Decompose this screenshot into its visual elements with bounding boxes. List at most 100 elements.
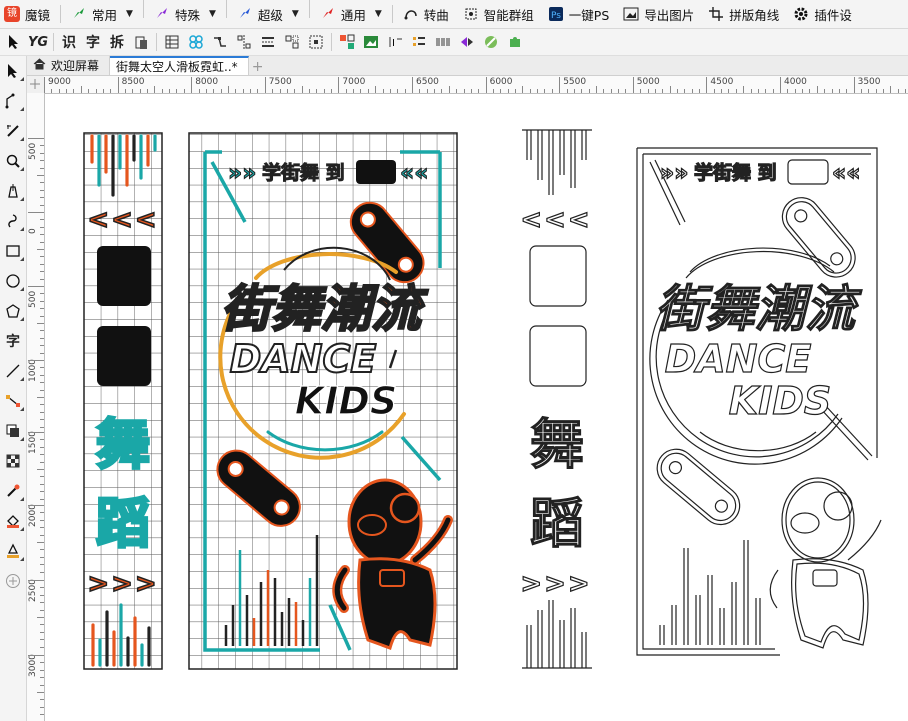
ruler-tick <box>40 300 44 302</box>
connector-tool-icon[interactable] <box>0 386 26 416</box>
text-tool-icon[interactable]: 字 <box>0 326 26 356</box>
ruler-tick <box>632 77 634 93</box>
menu-separator <box>308 0 310 18</box>
banner-quotes-right: «« <box>400 161 428 186</box>
pick-tool-icon[interactable] <box>2 31 26 53</box>
colored-side-strip[interactable]: <<< 舞 蹈 >>> <box>83 132 163 670</box>
action-2[interactable]: Ps 一键PS <box>544 0 613 28</box>
align-lines-icon[interactable] <box>256 31 280 53</box>
menu-2[interactable]: 超级 ▼ <box>233 0 303 28</box>
clipboard-icon[interactable] <box>129 31 153 53</box>
image-frame-icon[interactable] <box>359 31 383 53</box>
pattern-icon[interactable] <box>184 31 208 53</box>
yg-plugin-icon[interactable]: YG <box>26 31 50 53</box>
ruler-tick <box>485 77 487 93</box>
ruler-tick <box>765 89 767 93</box>
outline-side-strip[interactable]: <<< 舞 蹈 >>> <box>520 129 592 669</box>
ruler-origin[interactable] <box>27 76 45 94</box>
arrows-icon[interactable] <box>455 31 479 53</box>
menu-1[interactable]: 特殊 ▼ <box>150 0 220 28</box>
ruler-tick <box>838 89 840 93</box>
puzzle-icon[interactable] <box>503 31 527 53</box>
crop-tool-icon[interactable] <box>0 116 26 146</box>
freehand-tool-icon[interactable] <box>0 176 26 206</box>
ruler-tick <box>367 89 369 93</box>
ruler-tick <box>323 89 325 93</box>
list-icon[interactable] <box>407 31 431 53</box>
ruler-tick <box>860 89 862 93</box>
eyedropper-icon[interactable] <box>0 476 26 506</box>
node-tool-icon[interactable] <box>208 31 232 53</box>
ruler-tick <box>40 204 44 206</box>
group-objects-icon[interactable] <box>280 31 304 53</box>
rectangle-tool-icon[interactable] <box>0 236 26 266</box>
shape-tool-icon[interactable] <box>0 86 26 116</box>
ruler-tick <box>654 89 656 93</box>
ruler-tick <box>28 580 44 581</box>
vertical-ruler[interactable]: 500 0 500 1000 1500 2000 2500 3000 <box>27 93 45 721</box>
outline-main-panel[interactable]: »» 学街舞 到 «« 街舞潮流 DANCE KIDS <box>636 147 882 656</box>
add-tool-icon[interactable] <box>0 566 26 596</box>
pick-tool-icon[interactable] <box>0 56 26 86</box>
action-0[interactable]: 转曲 <box>399 0 453 28</box>
ruler-tick <box>264 77 266 93</box>
new-tab-button[interactable]: + <box>249 58 267 75</box>
ruler-tick <box>522 86 524 93</box>
ruler-tick <box>40 263 44 265</box>
interactive-fill-icon[interactable] <box>0 506 26 536</box>
ruler-tick <box>40 411 44 413</box>
horizontal-ruler[interactable]: 9000 8500 8000 7500 7000 6500 6000 5500 5000 4500… <box>44 76 908 94</box>
outline-title-en-2: KIDS <box>729 379 832 423</box>
swirl-icon[interactable] <box>479 31 503 53</box>
split-button[interactable]: 拆 <box>105 31 129 53</box>
action-1[interactable]: 智能群组 <box>459 0 538 28</box>
ruler-tick <box>117 77 119 93</box>
action-4[interactable]: 拼版角线 <box>704 0 783 28</box>
flyout-indicator <box>20 497 24 501</box>
text-align-icon[interactable]: I <box>383 31 407 53</box>
action-3[interactable]: 导出图片 <box>619 0 698 28</box>
ruler-tick <box>345 89 347 93</box>
ruler-tick <box>40 714 44 716</box>
ruler-tick <box>588 89 590 93</box>
ruler-tick <box>360 89 362 93</box>
ruler-tick <box>132 89 134 93</box>
app-menu[interactable]: 镜 魔镜 <box>0 0 54 28</box>
tab-document[interactable]: 街舞太空人滑板霓虹..* <box>110 56 249 75</box>
ruler-tick <box>169 89 171 93</box>
text-button[interactable]: 字 <box>81 31 105 53</box>
ruler-tick <box>37 175 44 176</box>
transparency-icon[interactable] <box>0 446 26 476</box>
select-frame-icon[interactable] <box>304 31 328 53</box>
smart-fill-icon[interactable] <box>0 536 26 566</box>
ruler-label: 0 <box>28 228 38 234</box>
plugin-gear-icon <box>793 6 809 22</box>
ruler-label: 1000 <box>28 359 38 382</box>
tab-welcome[interactable]: 欢迎屏幕 <box>27 56 111 75</box>
action-5[interactable]: 插件设 <box>789 0 856 28</box>
ruler-tick <box>40 389 44 391</box>
drop-shadow-icon[interactable] <box>0 416 26 446</box>
drawing-canvas[interactable]: <<< 舞 蹈 >>> »» 学街舞 到 «« 街舞潮流 DANCE KIDS … <box>45 94 908 721</box>
distribute-icon[interactable] <box>232 31 256 53</box>
parallel-dimension-icon[interactable] <box>0 356 26 386</box>
menu-0[interactable]: 常用 ▼ <box>67 0 137 28</box>
recognize-button[interactable]: 识 <box>57 31 81 53</box>
artistic-media-icon[interactable] <box>0 206 26 236</box>
ruler-tick <box>40 594 44 596</box>
barcode-icon[interactable] <box>431 31 455 53</box>
colored-main-panel[interactable]: »» 学街舞 到 «« 街舞潮流 DANCE KIDS <box>188 132 458 670</box>
polygon-tool-icon[interactable] <box>0 296 26 326</box>
menu-3[interactable]: 通用 ▼ <box>316 0 386 28</box>
ruler-tick <box>308 89 310 93</box>
zoom-tool-icon[interactable] <box>0 146 26 176</box>
ruler-tick <box>40 167 44 169</box>
ruler-tick <box>235 89 237 93</box>
outline-title-cn: 街舞潮流 <box>655 280 863 338</box>
table-icon[interactable] <box>160 31 184 53</box>
color-blocks-icon[interactable] <box>335 31 359 53</box>
ruler-tick <box>102 89 104 93</box>
ruler-tick <box>40 609 44 611</box>
ruler-tick <box>80 86 82 93</box>
ellipse-tool-icon[interactable] <box>0 266 26 296</box>
